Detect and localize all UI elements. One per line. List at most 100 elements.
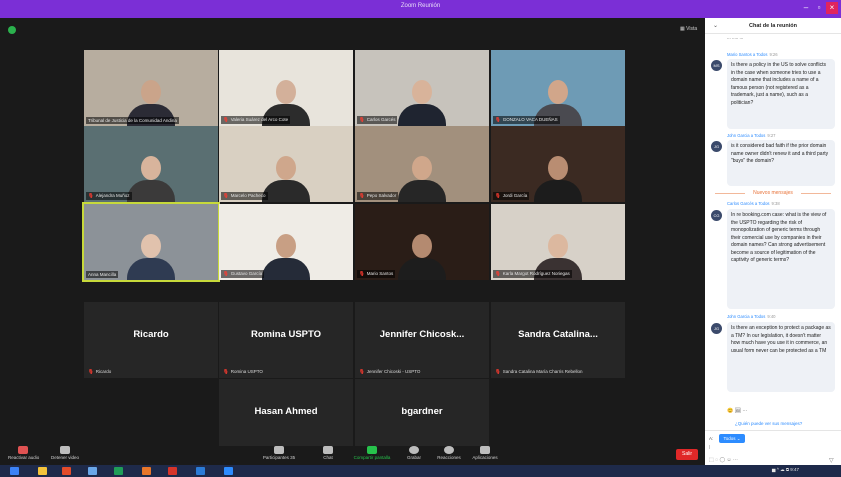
sender-name: John Garcia a Todos — [727, 133, 766, 138]
taskbar-app-icon[interactable] — [38, 467, 47, 475]
participant-torso — [127, 258, 175, 280]
sender-name: Carlos Garcés a Todos — [727, 201, 770, 206]
share-screen-icon — [367, 446, 377, 454]
participant-name-tile[interactable]: Ricardo 🎙 Ricardo — [84, 302, 218, 378]
minimize-icon[interactable]: – — [800, 2, 812, 14]
reactions-label: Reacciones — [437, 455, 461, 460]
taskbar-app-icon[interactable] — [142, 467, 151, 475]
participant-nameplate: 🎙 Jennifer Chicoski - USPTO — [357, 368, 422, 376]
taskbar-app-icon[interactable] — [224, 467, 233, 475]
participant-name: Jennifer Chicoski - USPTO — [366, 369, 421, 374]
chat-compose: A: Todos ⌄ I ⬚ ◌ ◯ ☺ ··· ▽ — [705, 430, 841, 465]
participant-display-name: Sandra Catalina... — [518, 329, 598, 340]
video-tile[interactable]: Tribunal de Justicia de la Comunidad And… — [84, 50, 218, 126]
chat-label: Chat — [323, 455, 333, 460]
chat-previous-text: ... ..... ... — [727, 35, 744, 40]
share-screen-button[interactable]: Compartir pantalla — [350, 446, 394, 460]
unmute-label: Reactivar audio — [8, 455, 40, 460]
record-label: Grabar — [406, 455, 421, 460]
chat-message: In re booking.com case: what is the view… — [727, 209, 835, 309]
participant-torso — [127, 180, 175, 202]
participant-video — [262, 234, 310, 280]
participant-name: Marcelo Pacheco — [230, 193, 266, 198]
muted-mic-icon: 🎙 — [359, 369, 365, 374]
participant-name-tile[interactable]: Jennifer Chicosk... 🎙 Jennifer Chicoski - … — [355, 302, 489, 378]
message-time: 9:26 — [769, 52, 778, 57]
participants-count: 35 — [290, 455, 296, 460]
format-toolbar-icons[interactable]: ⬚ ◌ ◯ ☺ ··· — [709, 457, 738, 463]
taskbar-app-icon[interactable] — [88, 467, 97, 475]
muted-mic-icon: 🎙 — [223, 193, 229, 198]
video-tile[interactable]: 🎙 Valeria Suárez del Arco Cote — [219, 50, 353, 126]
close-icon[interactable]: × — [826, 2, 838, 14]
message-reactions[interactable]: 😊 🖼 ··· — [727, 408, 747, 414]
stop-video-button[interactable]: Detener video — [50, 446, 80, 460]
video-tile[interactable]: 🎙 Jordi García — [491, 126, 625, 202]
participant-head — [141, 156, 161, 180]
participant-name: Carlos Garcés — [366, 117, 396, 122]
recipient-dropdown[interactable]: Todos ⌄ — [719, 434, 745, 443]
participant-name-tile[interactable]: Romina USPTO 🎙 Romina USPTO — [219, 302, 353, 378]
taskbar-app-icon[interactable] — [10, 467, 19, 475]
participant-display-name: bgardner — [401, 406, 443, 417]
muted-mic-icon — [18, 446, 28, 454]
chat-message: Is there a policy in the US to solve con… — [727, 59, 835, 129]
stop-video-label: Detener video — [50, 455, 80, 460]
muted-mic-icon: 🎙 — [88, 369, 94, 374]
maximize-icon[interactable]: ▫ — [813, 2, 825, 14]
record-button[interactable]: Grabar — [404, 446, 424, 460]
video-tile[interactable]: Anna Mancilla — [82, 202, 220, 282]
participant-head — [276, 234, 296, 258]
apps-button[interactable]: Aplicaciones — [470, 446, 500, 460]
video-tile[interactable]: 🎙 Alejandra Muñoz — [84, 126, 218, 202]
who-can-see-link[interactable]: ¿Quién puede ver sus mensajes? — [735, 421, 802, 426]
participant-display-name: Jennifer Chicosk... — [379, 329, 465, 340]
view-button[interactable]: ▦ Vista — [680, 26, 697, 32]
participant-name: Jordi García — [502, 193, 528, 198]
reactions-button[interactable]: Reacciones — [434, 446, 464, 460]
video-tile[interactable]: 🎙 Marcelo Pacheco — [219, 126, 353, 202]
participant-name-tile[interactable]: Sandra Catalina... 🎙 Sandra Catalina María… — [491, 302, 625, 378]
muted-mic-icon: 🎙 — [495, 271, 501, 276]
apps-icon — [480, 446, 490, 454]
send-icon[interactable]: ▽ — [829, 457, 834, 464]
taskbar-app-icon[interactable] — [168, 467, 177, 475]
participant-head — [276, 156, 296, 180]
avatar: CG — [711, 210, 722, 221]
zoom-window: Zoom Reunión – ▫ × ▦ Vista Tribunal de J… — [0, 0, 841, 477]
participant-head — [141, 234, 161, 258]
participant-nameplate: 🎙 Gustavo García — [221, 270, 265, 278]
unmute-button[interactable]: Reactivar audio — [8, 446, 40, 460]
chat-button[interactable]: Chat — [318, 446, 338, 460]
taskbar-app-icon[interactable] — [196, 467, 205, 475]
participant-name-tile[interactable]: Hasan Ahmed🎙Hasan Ahmed — [219, 379, 353, 455]
participant-display-name: Romina USPTO — [250, 329, 322, 340]
video-tile[interactable]: 🎙 Carlos Garcés — [355, 50, 489, 126]
participant-name-tile[interactable]: bgardner🎙bgardner — [355, 379, 489, 455]
chat-input[interactable]: I — [709, 445, 837, 454]
video-tile[interactable]: 🎙 Mario Santos — [355, 204, 489, 280]
participant-nameplate: 🎙 Alejandra Muñoz — [86, 192, 132, 200]
participant-head — [412, 80, 432, 104]
taskbar-app-icon[interactable] — [62, 467, 71, 475]
participant-display-name: Hasan Ahmed — [254, 406, 318, 417]
video-tile[interactable]: 🎙 Gustavo García — [219, 204, 353, 280]
participants-icon — [274, 446, 284, 454]
video-tile[interactable]: 🎙 Pepo Salvador — [355, 126, 489, 202]
leave-button[interactable]: Salir — [676, 449, 698, 460]
participants-button[interactable]: Participantes 35 — [262, 446, 296, 460]
participant-name: Romina USPTO — [230, 369, 263, 374]
participant-torso — [398, 104, 446, 126]
participant-name: Karla Margot Rodríguez Noriegas — [502, 271, 570, 276]
taskbar-app-icon[interactable] — [114, 467, 123, 475]
participant-torso — [398, 180, 446, 202]
participant-head — [412, 234, 432, 258]
participant-nameplate: 🎙 Mario Santos — [357, 270, 396, 278]
participant-torso — [398, 258, 446, 280]
message-time: 9:38 — [771, 201, 780, 206]
video-tile[interactable]: 🎙 GONZALO VACA DUEÑAS — [491, 50, 625, 126]
security-shield-icon[interactable] — [8, 26, 16, 34]
muted-mic-icon: 🎙 — [359, 271, 365, 276]
participant-video — [262, 156, 310, 202]
video-tile[interactable]: 🎙 Karla Margot Rodríguez Noriegas — [491, 204, 625, 280]
